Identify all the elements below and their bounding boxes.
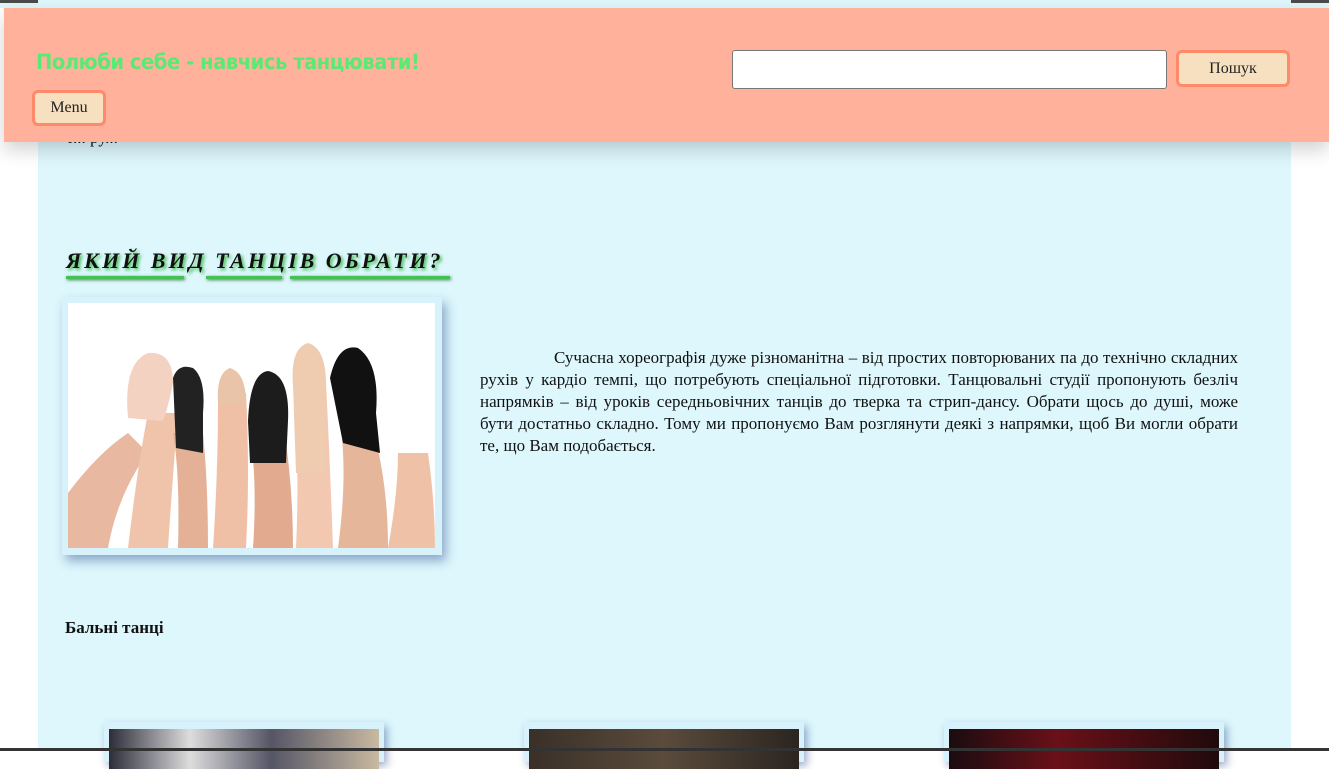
section-title: ЯКИЙ ВИД ТАНЦІВ ОБРАТИ? xyxy=(66,248,444,273)
ballroom-card-2[interactable] xyxy=(524,722,804,769)
title-underline-1 xyxy=(66,276,184,279)
title-underline-2 xyxy=(206,276,282,279)
dance-shoes-photo xyxy=(68,303,435,548)
site-slogan: Полюби себе - навчись танцювати! xyxy=(36,50,420,74)
ballroom-heading: Бальні танці xyxy=(65,618,164,637)
hero-image-frame xyxy=(62,297,442,555)
intro-paragraph: Сучасна хореографія дуже різноманітна – … xyxy=(480,348,1238,455)
title-underline-3 xyxy=(290,276,450,279)
site-header: Полюби себе - навчись танцювати! Menu По… xyxy=(4,8,1329,142)
ballroom-card-3[interactable] xyxy=(944,722,1224,769)
ballroom-card-1[interactable] xyxy=(104,722,384,769)
menu-button[interactable]: Menu xyxy=(32,90,106,126)
search-input[interactable] xyxy=(732,50,1167,89)
dance-shoes-illustration xyxy=(68,303,435,548)
search-button[interactable]: Пошук xyxy=(1176,50,1290,87)
